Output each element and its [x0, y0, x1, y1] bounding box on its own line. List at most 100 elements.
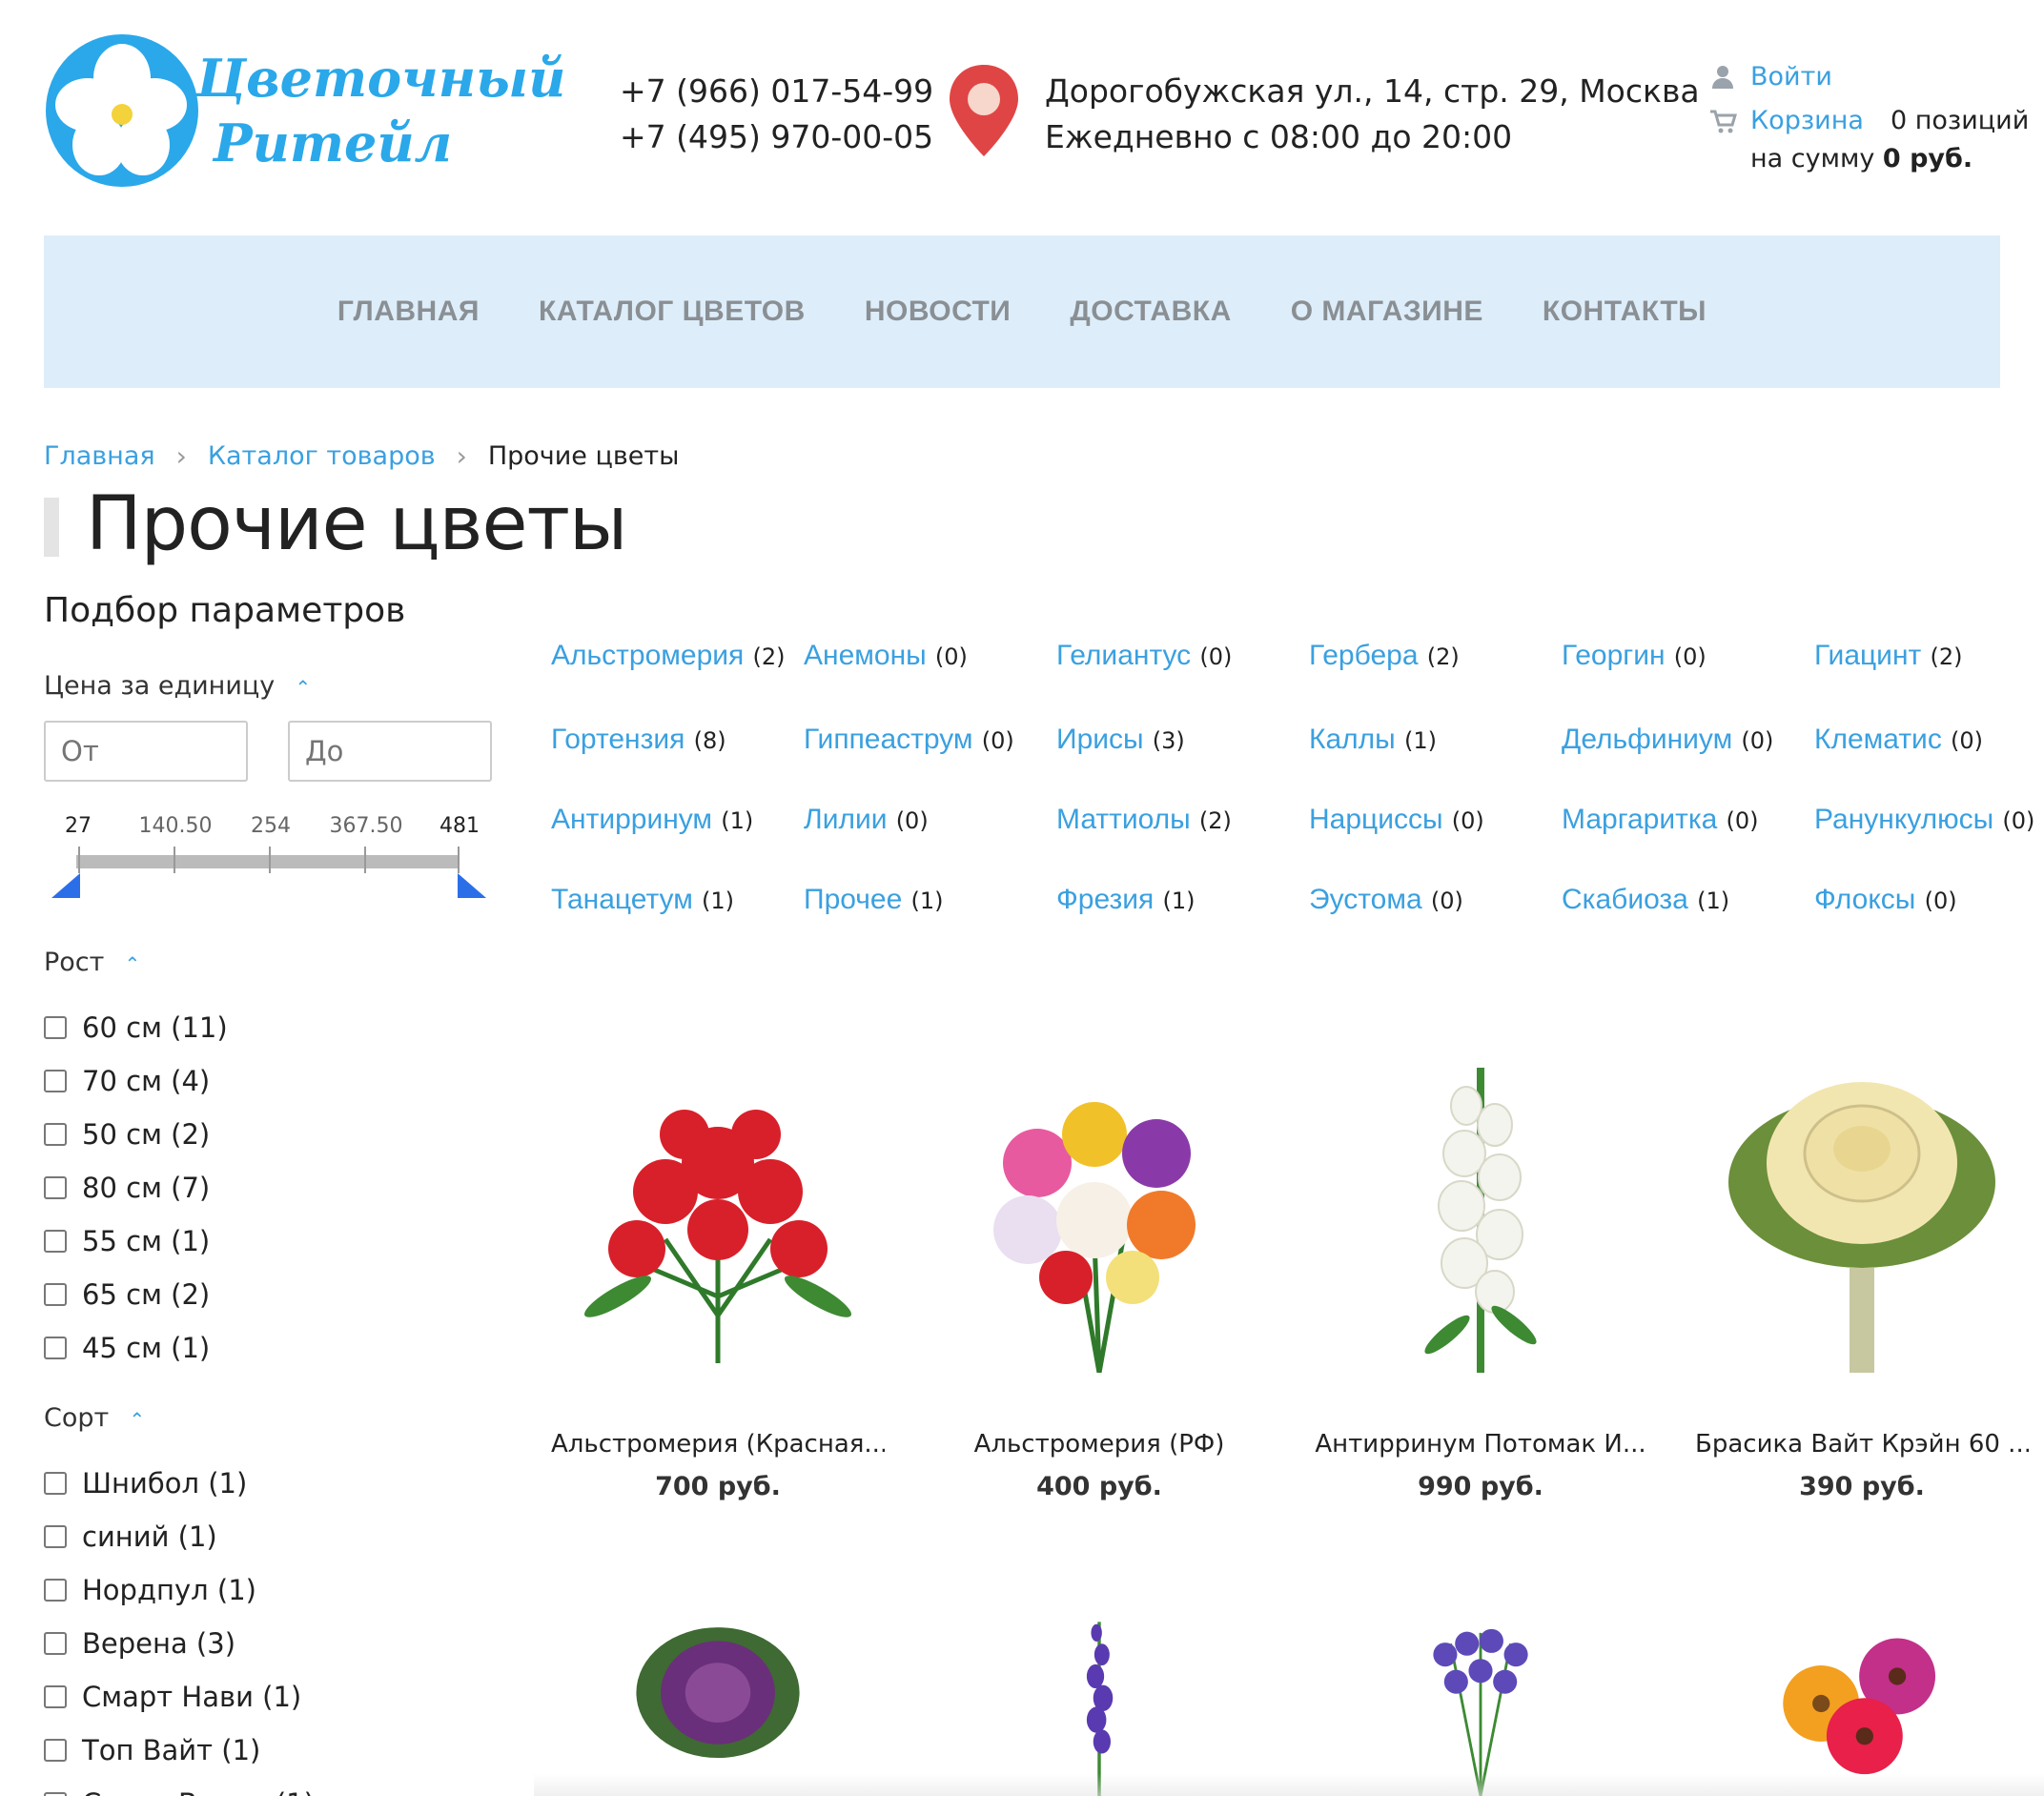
checkbox[interactable] [44, 1337, 67, 1359]
sort-filter-toggle[interactable]: Сорт ⌃ [44, 1403, 145, 1433]
product-card[interactable]: Альстромерия (РФ) 400 руб. [932, 1049, 1266, 1501]
category-link[interactable]: Ирисы [1056, 724, 1144, 755]
product-card[interactable] [551, 1611, 885, 1796]
product-image[interactable] [1314, 1611, 1647, 1796]
nav-catalog[interactable]: КАТАЛОГ ЦВЕТОВ [539, 296, 806, 328]
height-option[interactable]: 70 см (4) [44, 1054, 228, 1108]
category-link[interactable]: Танацетум [551, 884, 693, 915]
price-filter-toggle[interactable]: Цена за единицу ⌃ [44, 671, 311, 701]
product-image[interactable] [551, 1049, 885, 1373]
product-image[interactable] [1695, 1049, 2029, 1373]
phone-1[interactable]: +7 (966) 017-54-99 [620, 69, 933, 114]
price-slider-track[interactable] [76, 855, 458, 868]
sort-option[interactable]: Смарт Нави (1) [44, 1670, 315, 1724]
category-item: Клематис (0) [1814, 719, 2044, 761]
product-name[interactable]: Альстромерия (Красная... [551, 1430, 885, 1459]
sort-option[interactable]: Сингл Вегмо (1) [44, 1777, 315, 1796]
login-link[interactable]: Войти [1750, 55, 1832, 99]
category-link[interactable]: Фрезия [1056, 884, 1154, 915]
checkbox[interactable] [44, 1070, 67, 1092]
category-link[interactable]: Лилии [804, 804, 887, 835]
sort-option[interactable]: Топ Вайт (1) [44, 1724, 315, 1777]
category-link[interactable]: Георгин [1562, 640, 1666, 671]
checkbox[interactable] [44, 1579, 67, 1602]
category-link[interactable]: Флоксы [1814, 884, 1915, 915]
checkbox[interactable] [44, 1283, 67, 1306]
checkbox[interactable] [44, 1685, 67, 1708]
nav-contacts[interactable]: КОНТАКТЫ [1543, 296, 1707, 328]
breadcrumb-catalog[interactable]: Каталог товаров [208, 441, 436, 471]
category-link[interactable]: Маттиолы [1056, 804, 1191, 835]
category-link[interactable]: Анемоны [804, 640, 927, 671]
category-link[interactable]: Альстромерия [551, 640, 744, 671]
checkbox[interactable] [44, 1016, 67, 1039]
nav-news[interactable]: НОВОСТИ [865, 296, 1012, 328]
sort-option[interactable]: Нордпул (1) [44, 1563, 315, 1617]
category-link[interactable]: Клематис [1814, 724, 1942, 755]
phone-2[interactable]: +7 (495) 970-00-05 [620, 114, 933, 160]
category-link[interactable]: Ранункулюсы [1814, 804, 1993, 835]
category-link[interactable]: Антирринум [551, 804, 712, 835]
height-option[interactable]: 50 см (2) [44, 1108, 228, 1161]
checkbox[interactable] [44, 1472, 67, 1495]
category-link[interactable]: Гиппеаструм [804, 724, 973, 755]
checkbox[interactable] [44, 1792, 67, 1796]
price-to-input[interactable] [288, 721, 492, 782]
category-link[interactable]: Эустома [1309, 884, 1422, 915]
product-card[interactable]: Антирринум Потомак И... 990 руб. [1314, 1049, 1647, 1501]
category-link[interactable]: Скабиоза [1562, 884, 1688, 915]
product-card[interactable] [1314, 1611, 1647, 1796]
category-link[interactable]: Нарциссы [1309, 804, 1443, 835]
category-link[interactable]: Каллы [1309, 724, 1396, 755]
checkbox[interactable] [44, 1632, 67, 1655]
product-name[interactable]: Антирринум Потомак И... [1314, 1430, 1647, 1459]
height-filter-toggle[interactable]: Рост ⌃ [44, 948, 140, 977]
cart-link[interactable]: Корзина [1750, 99, 1864, 143]
price-slider-min-handle[interactable] [51, 873, 80, 898]
nav-delivery[interactable]: ДОСТАВКА [1070, 296, 1231, 328]
product-image[interactable] [1314, 1049, 1647, 1373]
sort-option[interactable]: Верена (3) [44, 1617, 315, 1670]
category-link[interactable]: Дельфиниум [1562, 724, 1732, 755]
height-option[interactable]: 60 см (11) [44, 1001, 228, 1054]
checkbox[interactable] [44, 1176, 67, 1199]
product-image[interactable] [932, 1611, 1266, 1796]
category-link[interactable]: Гелиантус [1056, 640, 1191, 671]
category-link[interactable]: Гортензия [551, 724, 685, 755]
category-link[interactable]: Гиацинт [1814, 640, 1921, 671]
category-item: Нарциссы (0) [1309, 799, 1547, 841]
nav-home[interactable]: ГЛАВНАЯ [337, 296, 480, 328]
checkbox[interactable] [44, 1739, 67, 1762]
option-label: 80 см (7) [82, 1172, 211, 1204]
price-slider-max-handle[interactable] [458, 873, 486, 898]
category-item: Скабиоза (1) [1562, 879, 1800, 921]
product-card[interactable] [932, 1611, 1266, 1796]
product-card[interactable]: Альстромерия (Красная... 700 руб. [551, 1049, 885, 1501]
category-link[interactable]: Маргаритка [1562, 804, 1717, 835]
checkbox[interactable] [44, 1123, 67, 1146]
checkbox[interactable] [44, 1525, 67, 1548]
category-link[interactable]: Прочее [804, 884, 902, 915]
height-option[interactable]: 45 см (1) [44, 1321, 228, 1375]
price-from-input[interactable] [44, 721, 248, 782]
category-count: (1) [1162, 888, 1196, 914]
product-card[interactable] [1695, 1611, 2029, 1796]
height-option[interactable]: 80 см (7) [44, 1161, 228, 1214]
sort-option[interactable]: Шнибол (1) [44, 1457, 315, 1510]
checkbox[interactable] [44, 1230, 67, 1253]
height-option[interactable]: 55 см (1) [44, 1214, 228, 1268]
height-option[interactable]: 65 см (2) [44, 1268, 228, 1321]
product-image[interactable] [551, 1611, 885, 1796]
sort-option[interactable]: синий (1) [44, 1510, 315, 1563]
nav-about[interactable]: О МАГАЗИНЕ [1291, 296, 1483, 328]
breadcrumb-home[interactable]: Главная [44, 441, 155, 471]
category-link[interactable]: Гербера [1309, 640, 1419, 671]
product-image[interactable] [1695, 1611, 2029, 1796]
site-logo[interactable]: Цветочный Ритейл [44, 32, 565, 194]
product-name[interactable]: Альстромерия (РФ) [932, 1430, 1266, 1459]
category-item: Гелиантус (0) [1056, 635, 1295, 677]
product-card[interactable]: Брасика Вайт Крэйн 60 ... 390 руб. [1695, 1049, 2029, 1501]
product-name[interactable]: Брасика Вайт Крэйн 60 ... [1695, 1430, 2029, 1459]
product-image[interactable] [932, 1049, 1266, 1374]
category-item: Дельфиниум (0) [1562, 719, 1800, 761]
